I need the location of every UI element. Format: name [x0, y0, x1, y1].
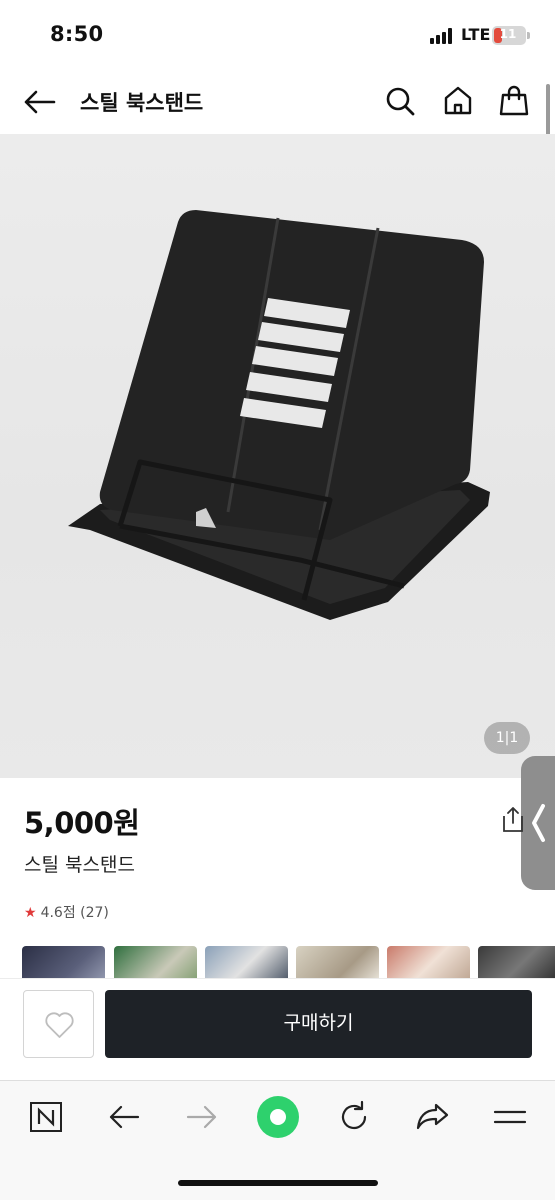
product-name: 스틸 북스탠드 [24, 854, 135, 876]
chevron-left-icon [532, 804, 545, 842]
home-indicator[interactable] [178, 1180, 378, 1186]
share-icon [416, 1103, 449, 1130]
menu-button[interactable] [490, 1097, 530, 1137]
review-thumbnail[interactable] [296, 946, 379, 980]
page-title: 스틸 북스탠드 [80, 91, 204, 115]
share-icon [503, 807, 523, 832]
home-icon [444, 86, 472, 115]
review-thumbnail[interactable] [387, 946, 470, 980]
product-rating[interactable]: ★ 4.6점 (27) [24, 902, 109, 922]
back-icon [109, 1105, 140, 1129]
book-stand-illustration [68, 210, 490, 620]
review-thumbnail[interactable] [205, 946, 288, 980]
review-thumbnail[interactable] [478, 946, 555, 980]
buy-button[interactable]: 구매하기 [105, 990, 532, 1058]
cart-button[interactable] [498, 84, 530, 118]
browser-back-button[interactable] [104, 1097, 144, 1137]
side-panel-tab[interactable] [521, 756, 555, 890]
rating-text: 4.6점 (27) [40, 905, 109, 921]
browser-forward-button[interactable] [182, 1097, 222, 1137]
product-image[interactable] [0, 134, 555, 778]
naver-n-icon [30, 1102, 62, 1132]
review-thumbnail-strip [22, 946, 555, 980]
heart-icon [45, 1012, 74, 1038]
back-arrow-icon [24, 90, 56, 114]
star-icon: ★ [24, 905, 37, 921]
purchase-action-bar: 구매하기 [0, 978, 555, 1078]
browser-share-button[interactable] [412, 1097, 452, 1137]
green-dot-button[interactable] [256, 1095, 300, 1139]
wishlist-button[interactable] [23, 990, 94, 1058]
shopping-bag-icon [499, 85, 529, 116]
battery-level: 11 [499, 27, 517, 41]
green-dot-icon [257, 1096, 299, 1138]
search-icon [386, 87, 415, 116]
app-header: 스틸 북스탠드 [0, 70, 555, 134]
network-label: LTE [461, 25, 491, 44]
naver-home-button[interactable] [26, 1097, 66, 1137]
search-button[interactable] [384, 84, 416, 118]
refresh-icon [341, 1100, 367, 1130]
signal-icon [430, 28, 456, 44]
image-counter: 1|1 [484, 722, 530, 754]
review-thumbnail[interactable] [114, 946, 197, 980]
status-bar: 8:50 LTE 11 [0, 0, 555, 70]
status-time: 8:50 [50, 22, 104, 46]
back-button[interactable] [22, 84, 58, 120]
menu-icon [493, 1110, 527, 1124]
refresh-button[interactable] [334, 1097, 374, 1137]
share-button[interactable] [500, 804, 526, 834]
forward-icon [186, 1105, 217, 1129]
product-price: 5,000원 [24, 806, 140, 840]
battery-icon: 11 [492, 26, 526, 45]
review-thumbnail[interactable] [22, 946, 105, 980]
home-button[interactable] [442, 84, 474, 118]
